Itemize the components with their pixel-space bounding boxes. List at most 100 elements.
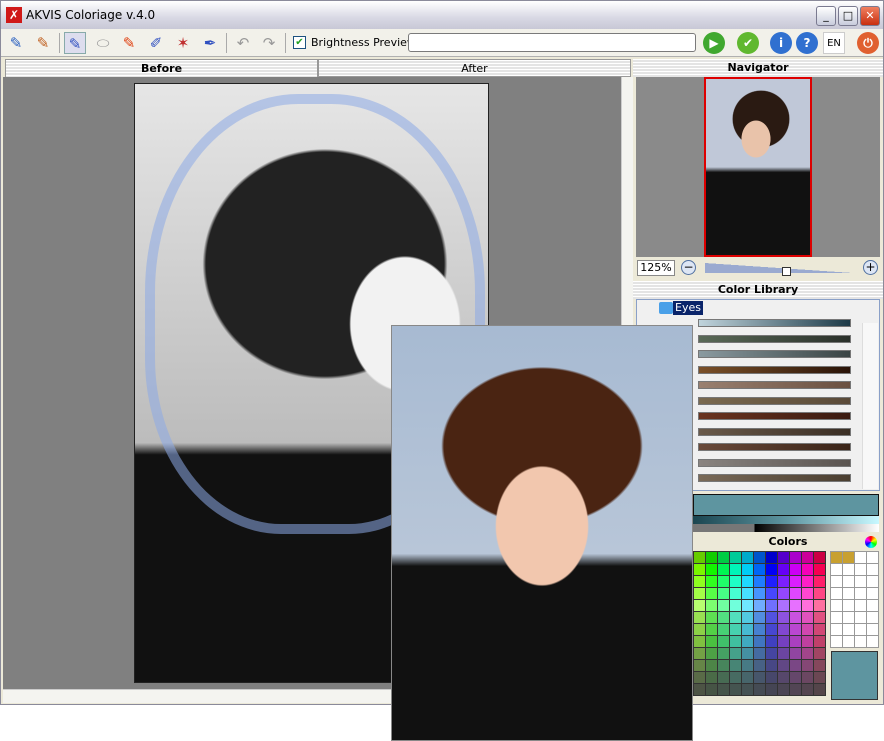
palette-swatch[interactable] — [814, 564, 825, 575]
palette-swatch[interactable] — [718, 600, 729, 611]
user-swatch[interactable] — [843, 564, 854, 575]
maximize-button[interactable]: □ — [838, 6, 858, 26]
user-swatch[interactable] — [843, 600, 854, 611]
palette-swatch[interactable] — [718, 624, 729, 635]
palette-swatch[interactable] — [814, 648, 825, 659]
palette-swatch[interactable] — [778, 600, 789, 611]
palette-swatch[interactable] — [742, 636, 753, 647]
user-swatch[interactable] — [867, 612, 878, 623]
palette-swatch[interactable] — [694, 576, 705, 587]
palette-swatch[interactable] — [790, 576, 801, 587]
palette-swatch[interactable] — [778, 576, 789, 587]
library-folder-eyes[interactable]: Eyes — [673, 301, 703, 315]
palette-swatch[interactable] — [694, 612, 705, 623]
redo-icon[interactable]: ↷ — [258, 32, 280, 54]
palette-swatch[interactable] — [766, 684, 777, 695]
palette-swatch[interactable] — [802, 648, 813, 659]
palette-swatch[interactable] — [754, 600, 765, 611]
palette-swatch[interactable] — [802, 576, 813, 587]
library-gradient[interactable] — [698, 365, 851, 374]
palette-swatch[interactable] — [790, 600, 801, 611]
palette-swatch[interactable] — [730, 600, 741, 611]
palette-swatch[interactable] — [718, 564, 729, 575]
user-swatch[interactable] — [843, 552, 854, 563]
palette-swatch[interactable] — [718, 660, 729, 671]
user-swatch[interactable] — [831, 624, 842, 635]
palette-swatch[interactable] — [778, 588, 789, 599]
user-swatch[interactable] — [843, 576, 854, 587]
palette-swatch[interactable] — [706, 660, 717, 671]
palette-swatch[interactable] — [730, 624, 741, 635]
info-icon[interactable]: i — [770, 32, 792, 54]
palette-swatch[interactable] — [814, 588, 825, 599]
palette-swatch[interactable] — [694, 684, 705, 695]
library-gradient[interactable] — [698, 443, 851, 451]
user-swatch[interactable] — [831, 576, 842, 587]
palette-swatch[interactable] — [706, 612, 717, 623]
palette-swatch[interactable] — [802, 624, 813, 635]
user-swatch[interactable] — [843, 636, 854, 647]
palette-swatch[interactable] — [694, 636, 705, 647]
palette-swatch[interactable] — [766, 564, 777, 575]
palette-swatch[interactable] — [766, 636, 777, 647]
palette-swatch[interactable] — [802, 564, 813, 575]
palette-swatch[interactable] — [790, 636, 801, 647]
minimize-button[interactable]: _ — [816, 6, 836, 26]
tab-before[interactable]: Before — [5, 59, 318, 77]
help-icon[interactable]: ? — [796, 32, 818, 54]
eyedropper-icon[interactable]: ✒ — [199, 32, 221, 54]
zoom-out-icon[interactable]: − — [681, 260, 696, 275]
palette-swatch[interactable] — [790, 648, 801, 659]
shade-ramp[interactable] — [693, 516, 879, 524]
palette-swatch[interactable] — [790, 588, 801, 599]
palette-swatch[interactable] — [718, 588, 729, 599]
user-swatch[interactable] — [831, 636, 842, 647]
palette-swatch[interactable] — [706, 576, 717, 587]
palette-swatch[interactable] — [814, 624, 825, 635]
palette-swatch[interactable] — [706, 588, 717, 599]
palette-swatch[interactable] — [778, 636, 789, 647]
palette-swatch[interactable] — [802, 636, 813, 647]
palette-swatch[interactable] — [814, 636, 825, 647]
palette-swatch[interactable] — [718, 648, 729, 659]
palette-swatch[interactable] — [694, 600, 705, 611]
palette-swatch[interactable] — [754, 576, 765, 587]
palette-swatch[interactable] — [718, 672, 729, 683]
palette-swatch[interactable] — [790, 564, 801, 575]
user-swatch[interactable] — [867, 624, 878, 635]
palette-swatch[interactable] — [754, 648, 765, 659]
palette-swatch[interactable] — [802, 588, 813, 599]
palette-swatch[interactable] — [742, 648, 753, 659]
palette-swatch[interactable] — [694, 588, 705, 599]
power-icon[interactable]: ⏻ — [857, 32, 879, 54]
palette-swatch[interactable] — [706, 648, 717, 659]
palette-swatch[interactable] — [778, 564, 789, 575]
brightness-ramp[interactable] — [693, 524, 879, 532]
palette-swatch[interactable] — [694, 624, 705, 635]
palette-swatch[interactable] — [778, 552, 789, 563]
user-swatch[interactable] — [843, 624, 854, 635]
palette-swatch[interactable] — [706, 552, 717, 563]
palette-swatch[interactable] — [802, 552, 813, 563]
brightness-preview-checkbox[interactable]: ✔ — [293, 36, 306, 49]
palette-swatch[interactable] — [802, 600, 813, 611]
navigator-thumbnail[interactable] — [704, 77, 812, 257]
palette-swatch[interactable] — [742, 624, 753, 635]
palette-swatch[interactable] — [814, 684, 825, 695]
palette-swatch[interactable] — [790, 612, 801, 623]
palette-swatch[interactable] — [778, 684, 789, 695]
palette-swatch[interactable] — [730, 636, 741, 647]
palette-swatch[interactable] — [730, 660, 741, 671]
user-swatch[interactable] — [843, 588, 854, 599]
palette-swatch[interactable] — [766, 660, 777, 671]
run-icon[interactable]: ▶ — [703, 32, 725, 54]
user-swatch[interactable] — [855, 552, 866, 563]
palette-swatch[interactable] — [802, 672, 813, 683]
palette-swatch[interactable] — [742, 600, 753, 611]
palette-swatch[interactable] — [790, 552, 801, 563]
user-swatches[interactable] — [830, 551, 879, 648]
close-button[interactable]: ✕ — [860, 6, 880, 26]
user-swatch[interactable] — [831, 612, 842, 623]
user-swatch[interactable] — [855, 576, 866, 587]
palette-swatch[interactable] — [706, 672, 717, 683]
